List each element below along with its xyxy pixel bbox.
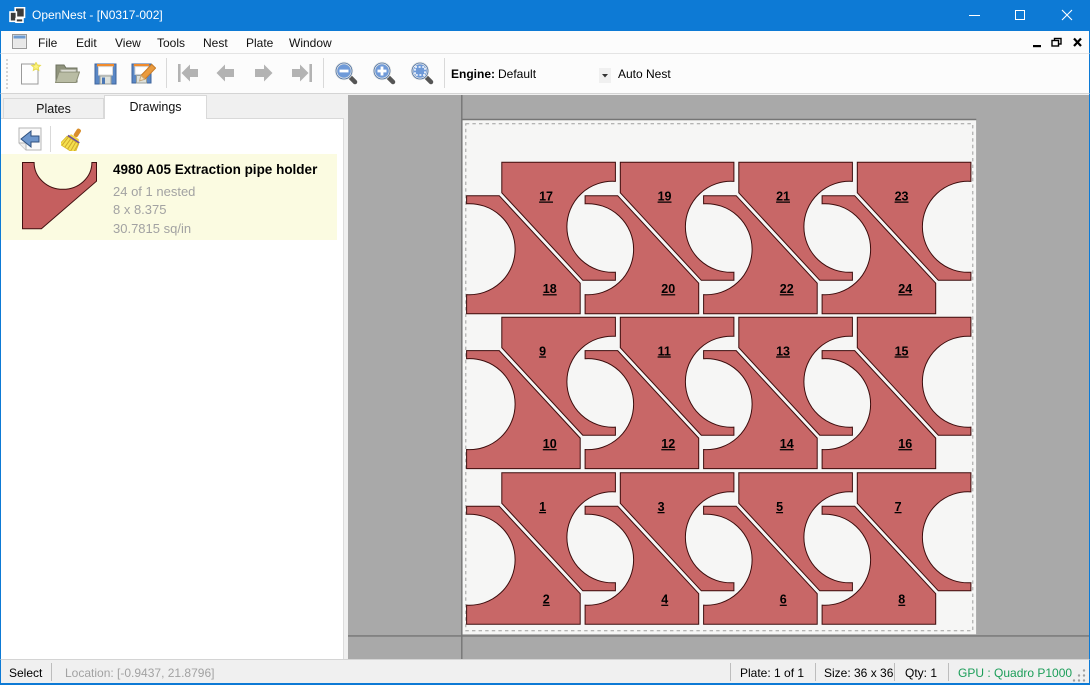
svg-text:22: 22 bbox=[780, 282, 794, 296]
svg-text:8: 8 bbox=[898, 593, 905, 607]
svg-text:15: 15 bbox=[895, 344, 909, 358]
svg-text:16: 16 bbox=[898, 437, 912, 451]
svg-text:5: 5 bbox=[776, 500, 783, 514]
svg-text:7: 7 bbox=[895, 500, 902, 514]
svg-text:10: 10 bbox=[543, 437, 557, 451]
svg-text:4: 4 bbox=[661, 593, 668, 607]
svg-text:19: 19 bbox=[658, 190, 672, 204]
svg-text:17: 17 bbox=[539, 190, 553, 204]
svg-text:20: 20 bbox=[661, 282, 675, 296]
svg-text:21: 21 bbox=[776, 190, 790, 204]
svg-text:6: 6 bbox=[780, 593, 787, 607]
svg-text:3: 3 bbox=[658, 500, 665, 514]
svg-text:23: 23 bbox=[895, 190, 909, 204]
svg-text:2: 2 bbox=[543, 593, 550, 607]
svg-text:11: 11 bbox=[658, 344, 671, 358]
svg-text:18: 18 bbox=[543, 282, 557, 296]
svg-text:12: 12 bbox=[661, 437, 675, 451]
svg-text:14: 14 bbox=[780, 437, 794, 451]
svg-text:9: 9 bbox=[539, 344, 546, 358]
svg-text:13: 13 bbox=[776, 344, 790, 358]
svg-text:1: 1 bbox=[539, 500, 546, 514]
svg-text:24: 24 bbox=[898, 282, 912, 296]
